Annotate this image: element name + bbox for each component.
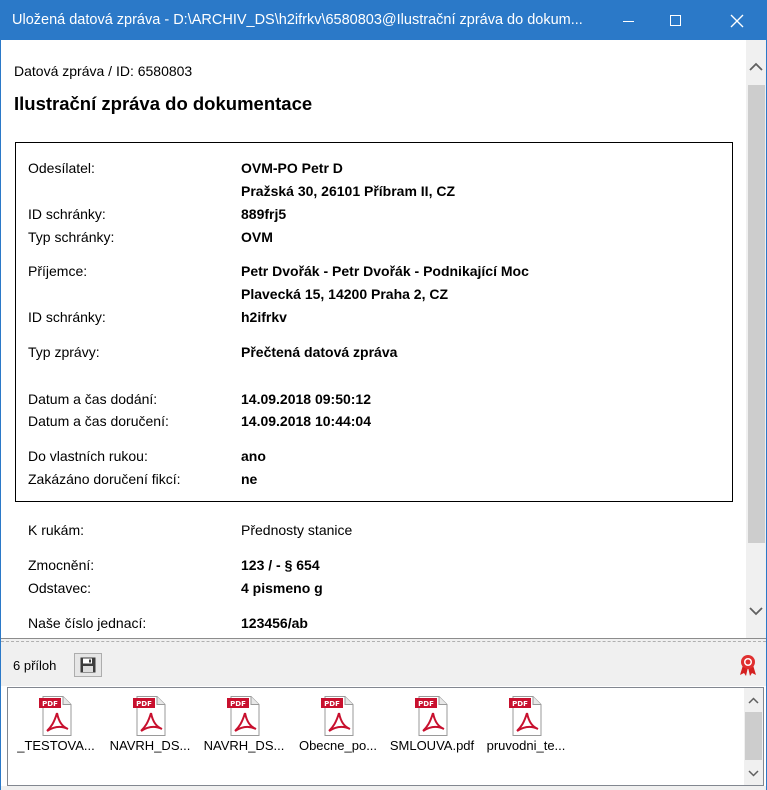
pdf-icon: PDF xyxy=(227,696,260,736)
personal-value: ano xyxy=(241,448,266,464)
recipient-name: Petr Dvořák - Petr Dvořák - Podnikající … xyxy=(241,263,529,279)
pdf-badge-text: PDF xyxy=(136,700,152,708)
message-window: Uložená datová zpráva - D:\ARCHIV_DS\h2i… xyxy=(0,0,767,790)
sender-label: Odesílatel: xyxy=(28,160,95,176)
attachments-count: 6 příloh xyxy=(13,658,57,673)
attachment-name: NAVRH_DS... xyxy=(203,738,285,753)
attachments-scrollbar-thumb[interactable] xyxy=(745,712,762,760)
pdf-badge-text: PDF xyxy=(42,700,58,708)
attachment-item[interactable]: PDF Obecne_po... xyxy=(292,694,384,756)
window-title: Uložená datová zpráva - D:\ARCHIV_DS\h2i… xyxy=(12,12,583,28)
attachment-name: SMLOUVA.pdf xyxy=(389,738,475,753)
attachments-scroll-down[interactable] xyxy=(744,764,763,782)
page-title: Ilustrační zpráva do dokumentace xyxy=(14,93,313,114)
attachment-name: Obecne_po... xyxy=(298,738,378,753)
sender-box-type-label: Typ schránky: xyxy=(28,229,115,245)
message-content[interactable]: Datová zpráva / ID: 6580803 Ilustrační z… xyxy=(1,40,746,638)
delivered-label: Datum a čas dodání: xyxy=(28,391,158,407)
content-scrollbar[interactable] xyxy=(746,40,766,638)
paragraph-value: 4 pismeno g xyxy=(241,580,323,596)
sender-name: OVM-PO Petr D xyxy=(241,160,343,176)
save-icon xyxy=(80,657,96,673)
attachment-name: NAVRH_DS... xyxy=(109,738,191,753)
pdf-icon: PDF xyxy=(415,696,448,736)
pdf-icon: PDF xyxy=(509,696,542,736)
pdf-badge-text: PDF xyxy=(512,700,528,708)
sender-box-id: 889frj5 xyxy=(241,206,287,222)
breadcrumb: Datová zpráva / ID: 6580803 xyxy=(14,63,193,79)
recipient-address: Plavecká 15, 14200 Praha 2, CZ xyxy=(241,286,449,302)
attachment-item[interactable]: PDF _TESTOVA... xyxy=(10,694,102,756)
signature-status[interactable] xyxy=(738,654,758,681)
authorization-value: 123 / - § 654 xyxy=(241,557,320,573)
paragraph-label: Odstavec: xyxy=(28,580,92,596)
chevron-down-icon xyxy=(749,606,763,615)
save-attachments-button[interactable] xyxy=(74,653,102,677)
accepted-value: 14.09.2018 10:44:04 xyxy=(241,413,371,429)
pdf-icon: PDF xyxy=(39,696,72,736)
pdf-icon: PDF xyxy=(321,696,354,736)
attachment-item[interactable]: PDF NAVRH_DS... xyxy=(104,694,196,756)
attachment-name: pruvodni_te... xyxy=(486,738,566,753)
delivered-value: 14.09.2018 09:50:12 xyxy=(241,391,371,407)
attachments-scroll-up[interactable] xyxy=(744,691,763,709)
message-type-label: Typ zprávy: xyxy=(28,344,100,360)
sender-box-type: OVM xyxy=(241,229,273,245)
our-ref-label: Naše číslo jednací: xyxy=(28,615,147,631)
pdf-badge-text: PDF xyxy=(324,700,340,708)
close-button[interactable] xyxy=(714,1,760,40)
message-type: Přečtená datová zpráva xyxy=(241,344,398,360)
personal-label: Do vlastních rukou: xyxy=(28,448,148,464)
attachments-list[interactable]: PDF _TESTOVA... PDF NAVRH_DS... PDF NAVR… xyxy=(7,687,764,786)
authorization-label: Zmocnění: xyxy=(28,557,95,573)
attachments-scrollbar[interactable] xyxy=(744,688,763,785)
sender-address: Pražská 30, 26101 Příbram II, CZ xyxy=(241,183,456,199)
maximize-button[interactable] xyxy=(653,1,699,40)
pdf-badge-text: PDF xyxy=(418,700,434,708)
fiction-label: Zakázáno doručení fikcí: xyxy=(28,471,181,487)
chevron-up-icon xyxy=(748,696,759,704)
fiction-value: ne xyxy=(241,471,258,487)
chevron-up-icon xyxy=(749,62,763,71)
minimize-icon xyxy=(623,20,634,22)
attachment-item[interactable]: PDF SMLOUVA.pdf xyxy=(386,694,478,756)
chevron-down-icon xyxy=(748,769,759,777)
pdf-icon: PDF xyxy=(133,696,166,736)
our-ref-value: 123456/ab xyxy=(241,615,308,631)
award-icon xyxy=(740,655,756,676)
attachment-name: _TESTOVA... xyxy=(17,738,95,753)
attachments-toolbar: 6 příloh xyxy=(1,642,766,686)
recipient-box-id-label: ID schránky: xyxy=(28,309,106,325)
recipient-label: Příjemce: xyxy=(28,263,88,279)
scroll-up-button[interactable] xyxy=(746,56,766,76)
pdf-badge-text: PDF xyxy=(230,700,246,708)
attachment-item[interactable]: PDF NAVRH_DS... xyxy=(198,694,290,756)
to-hands-value: Přednosty stanice xyxy=(241,522,353,538)
bottom-border xyxy=(1,786,766,790)
maximize-icon xyxy=(670,14,681,26)
title-bar[interactable]: Uložená datová zpráva - D:\ARCHIV_DS\h2i… xyxy=(1,1,766,40)
minimize-button[interactable] xyxy=(606,1,652,40)
attachment-item[interactable]: PDF pruvodni_te... xyxy=(480,694,572,756)
scrollbar-thumb[interactable] xyxy=(748,85,765,543)
accepted-label: Datum a čas doručení: xyxy=(28,413,169,429)
to-hands-label: K rukám: xyxy=(28,522,85,538)
close-icon xyxy=(730,14,744,27)
recipient-box-id: h2ifrkv xyxy=(241,309,287,325)
sender-box-id-label: ID schránky: xyxy=(28,206,106,222)
scroll-down-button[interactable] xyxy=(746,601,766,621)
